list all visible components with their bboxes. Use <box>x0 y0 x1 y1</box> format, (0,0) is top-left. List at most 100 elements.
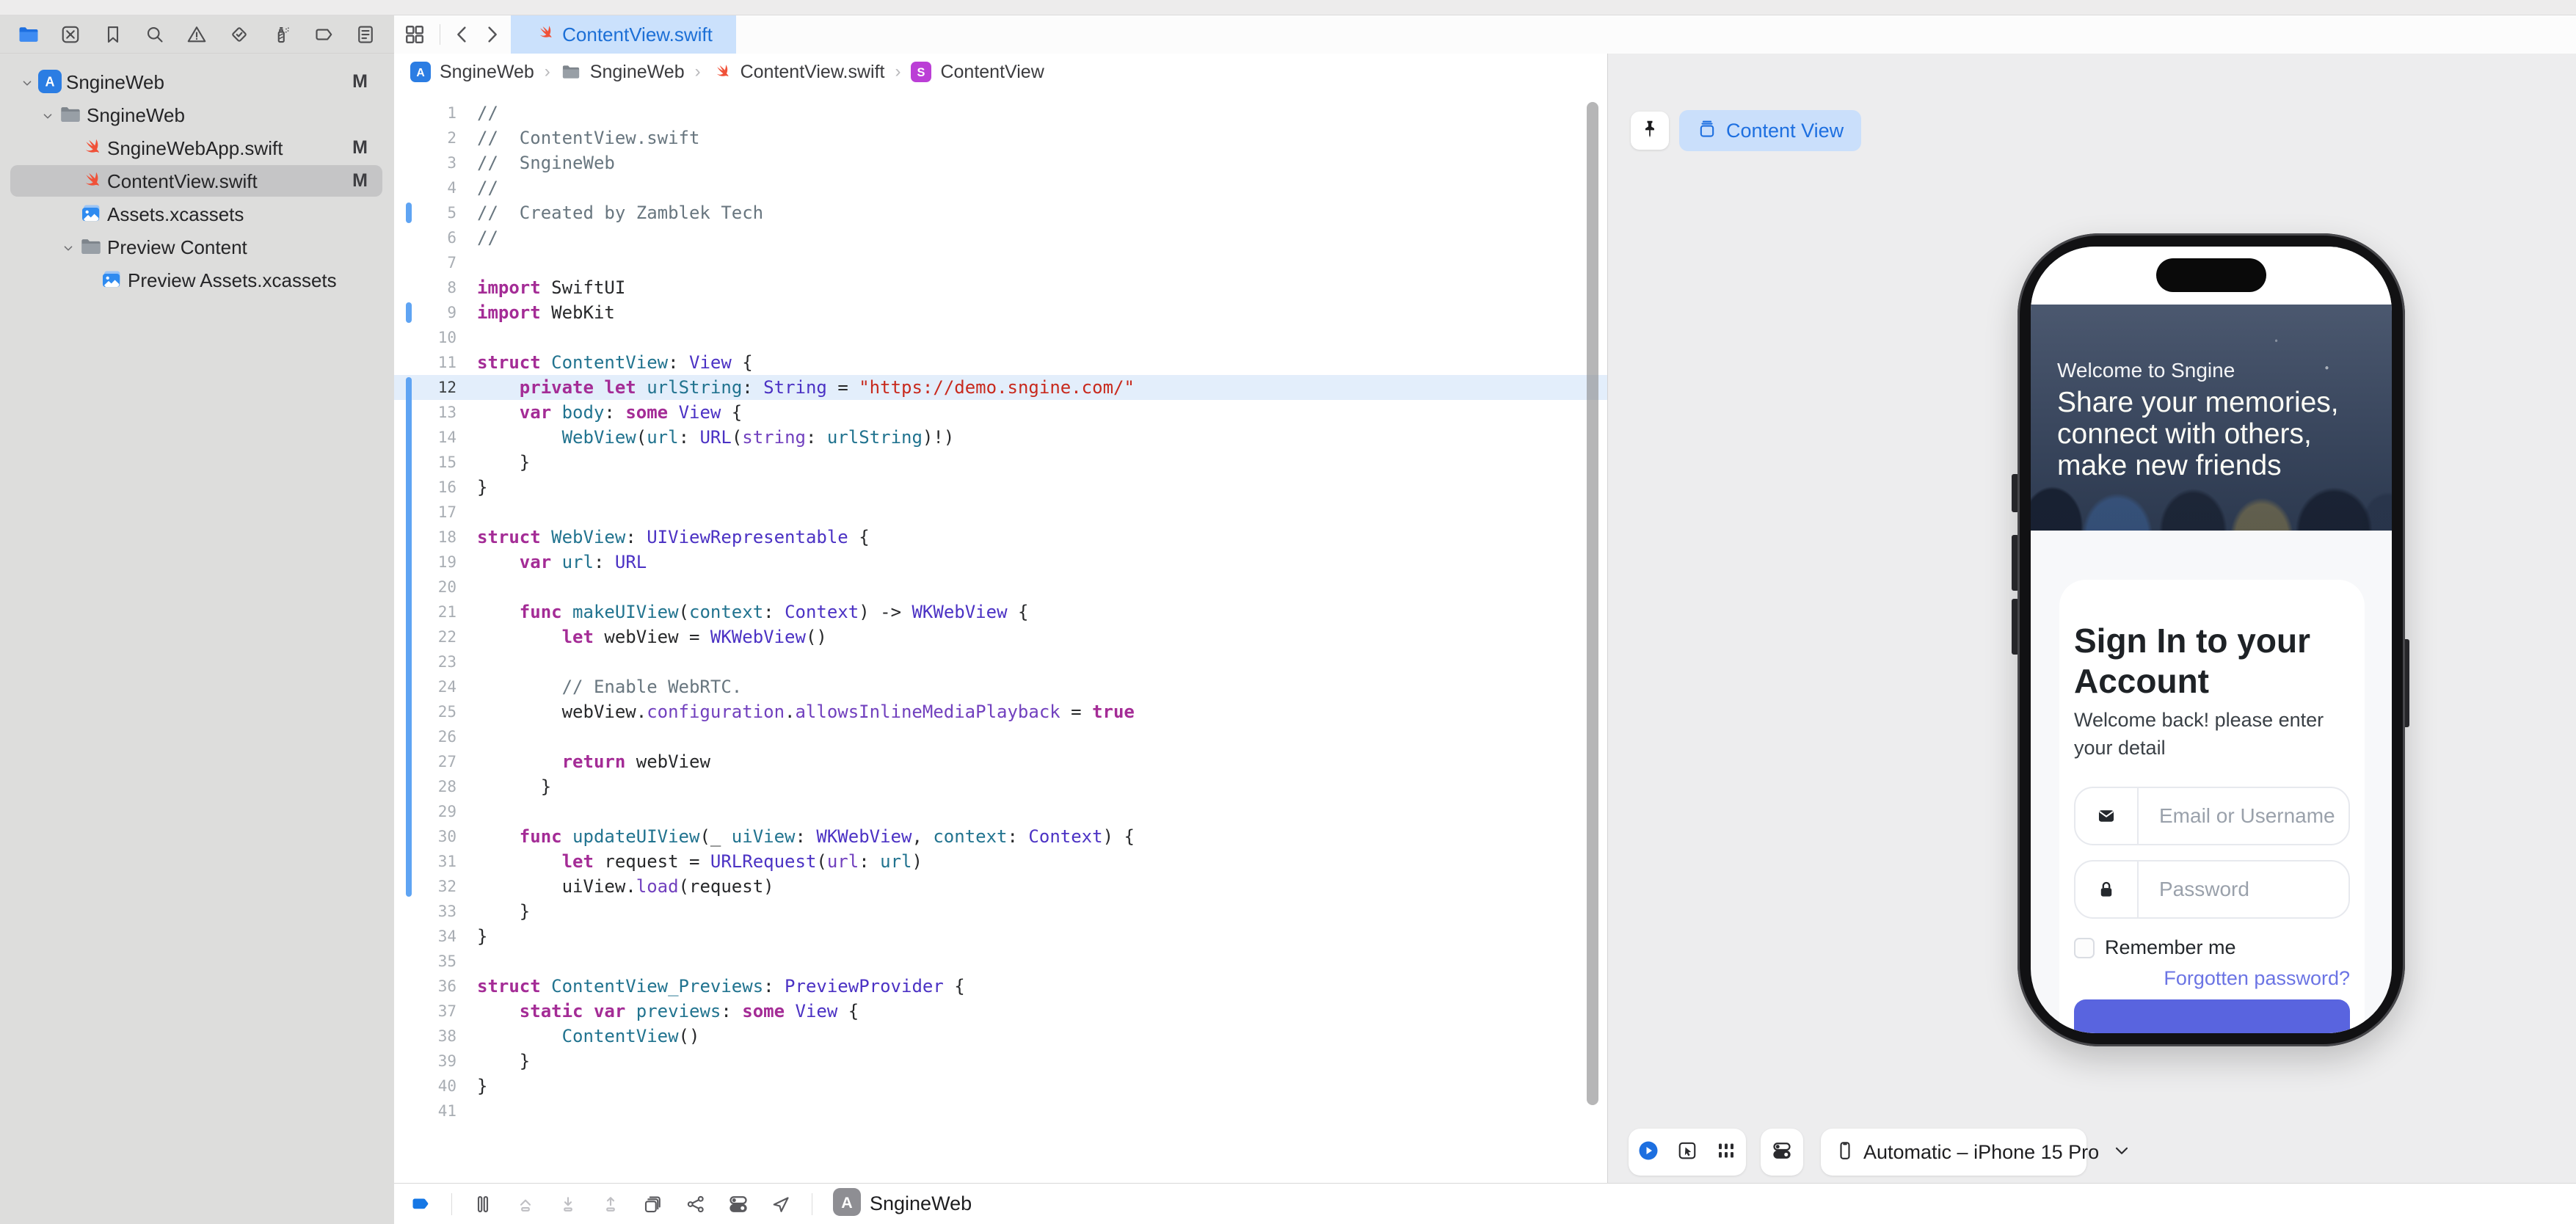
editor-mode-icon[interactable] <box>409 1192 432 1216</box>
code-line-27[interactable]: 27 return webView <box>394 749 1607 774</box>
s-badge-icon: S <box>911 61 932 83</box>
reports-icon[interactable] <box>353 22 378 47</box>
breadcrumb-item[interactable]: SngineWeb <box>590 62 685 83</box>
breadcrumb-item[interactable]: ContentView.swift <box>741 62 885 83</box>
tree-item-sngineweb[interactable]: SngineWeb <box>0 98 394 131</box>
code-line-20[interactable]: 20 <box>394 575 1607 600</box>
breakpoints-icon[interactable] <box>311 22 336 47</box>
code-line-12[interactable]: 12 private let urlString: String = "http… <box>394 375 1607 400</box>
editor-scrollbar[interactable] <box>1587 102 1598 1105</box>
code-line-35[interactable]: 35 <box>394 949 1607 974</box>
code-line-10[interactable]: 10 <box>394 325 1607 350</box>
code-line-1[interactable]: 1 // <box>394 101 1607 125</box>
signin-button[interactable]: Sign In <box>2074 999 2350 1033</box>
bookmarks-icon[interactable] <box>101 22 125 47</box>
layers-icon[interactable] <box>641 1192 665 1216</box>
toggles-icon[interactable] <box>727 1192 750 1216</box>
code-line-32[interactable]: 32 uiView.load(request) <box>394 874 1607 899</box>
tree-item-contentview-swift[interactable]: ContentView.swift M <box>0 164 394 197</box>
forward-chevron-icon[interactable] <box>479 22 504 47</box>
upload-icon[interactable] <box>599 1192 622 1216</box>
line-number: 24 <box>437 678 456 696</box>
code-text: struct ContentView: View { <box>477 352 753 373</box>
find-icon[interactable] <box>142 22 167 47</box>
project-navigator-icon[interactable] <box>16 22 41 47</box>
code-line-4[interactable]: 4 // <box>394 175 1607 200</box>
code-line-13[interactable]: 13 var body: some View { <box>394 400 1607 425</box>
debug-icon[interactable] <box>269 22 294 47</box>
code-line-17[interactable]: 17 <box>394 500 1607 525</box>
code-line-34[interactable]: 34} <box>394 924 1607 949</box>
code-line-5[interactable]: 5 // Created by Zamblek Tech <box>394 200 1607 225</box>
forgot-password-link[interactable]: Forgotten password? <box>2164 967 2350 990</box>
issues-icon[interactable] <box>184 22 209 47</box>
source-control-icon[interactable] <box>58 22 83 47</box>
code-line-30[interactable]: 30 func updateUIView(_ uiView: WKWebView… <box>394 824 1607 849</box>
device-selector[interactable]: Automatic – iPhone 15 Pro <box>1821 1129 2128 1176</box>
breadcrumb[interactable]: A SngineWeb › SngineWeb › ContentView.swift › S… <box>394 54 1607 90</box>
code-line-11[interactable]: 11 struct ContentView: View { <box>394 350 1607 375</box>
code-line-3[interactable]: 3 // SngineWeb <box>394 150 1607 175</box>
breadcrumb-item[interactable]: ContentView <box>940 62 1044 83</box>
code-line-36[interactable]: 36 struct ContentView_Previews: PreviewPr… <box>394 974 1607 999</box>
code-area[interactable]: 1 // 2 // ContentView.swift 3 // SngineWeb 4 //… <box>394 90 1607 1123</box>
disclosure-chevron-icon[interactable] <box>19 73 35 90</box>
code-line-23[interactable]: 23 <box>394 649 1607 674</box>
code-line-18[interactable]: 18 struct WebView: UIViewRepresentable { <box>394 525 1607 550</box>
disclosure-chevron-icon[interactable] <box>60 238 76 255</box>
code-line-33[interactable]: 33 } <box>394 899 1607 924</box>
code-line-25[interactable]: 25 webView.configuration.allowsInlineMed… <box>394 699 1607 724</box>
code-line-6[interactable]: 6 // <box>394 225 1607 250</box>
tests-icon[interactable] <box>227 22 252 47</box>
line-number: 40 <box>437 1077 456 1095</box>
code-line-14[interactable]: 14 WebView(url: URL(string: urlString)!) <box>394 425 1607 450</box>
share-nodes-icon[interactable] <box>684 1192 707 1216</box>
location-arrow-icon[interactable] <box>769 1192 793 1216</box>
code-line-19[interactable]: 19 var url: URL <box>394 550 1607 575</box>
email-field[interactable]: Email or Username <box>2074 787 2350 845</box>
download-icon[interactable] <box>556 1192 580 1216</box>
active-scheme[interactable]: A SngineWeb <box>833 1188 972 1220</box>
code-line-24[interactable]: 24 // Enable WebRTC. <box>394 674 1607 699</box>
related-items-grid-icon[interactable] <box>402 22 427 47</box>
preview-target-pill[interactable]: Content View <box>1679 110 1862 151</box>
code-line-21[interactable]: 21 func makeUIView(context: Context) -> … <box>394 600 1607 624</box>
tree-item-preview-assets-xcassets[interactable]: Preview Assets.xcassets <box>0 263 394 296</box>
code-line-22[interactable]: 22 let webView = WKWebView() <box>394 624 1607 649</box>
preview-pin-button[interactable] <box>1631 112 1669 150</box>
tree-item-assets-xcassets[interactable]: Assets.xcassets <box>0 197 394 230</box>
canvas-up-icon[interactable] <box>514 1192 537 1216</box>
code-line-2[interactable]: 2 // ContentView.swift <box>394 125 1607 150</box>
code-line-29[interactable]: 29 <box>394 799 1607 824</box>
code-line-41[interactable]: 41 <box>394 1099 1607 1123</box>
line-number: 7 <box>447 254 456 272</box>
tree-item-snginewebapp-swift[interactable]: SngineWebApp.swift M <box>0 131 394 164</box>
code-line-40[interactable]: 40} <box>394 1074 1607 1099</box>
code-line-7[interactable]: 7 <box>394 250 1607 275</box>
live-preview-play-button[interactable] <box>1637 1140 1659 1165</box>
code-line-38[interactable]: 38 ContentView() <box>394 1024 1607 1049</box>
code-line-39[interactable]: 39 } <box>394 1049 1607 1074</box>
breadcrumb-item[interactable]: SngineWeb <box>440 62 534 83</box>
code-line-16[interactable]: 16} <box>394 475 1607 500</box>
code-line-37[interactable]: 37 static var previews: some View { <box>394 999 1607 1024</box>
selectable-mode-button[interactable] <box>1676 1140 1698 1165</box>
code-line-15[interactable]: 15 } <box>394 450 1607 475</box>
remember-me-row[interactable]: Remember me <box>2074 936 2236 959</box>
remember-me-checkbox[interactable] <box>2074 937 2095 958</box>
back-chevron-icon[interactable] <box>450 22 475 47</box>
code-editor[interactable]: A SngineWeb › SngineWeb › ContentView.swift › S… <box>394 54 1607 1183</box>
code-line-26[interactable]: 26 <box>394 724 1607 749</box>
tree-item-sngineweb[interactable]: A SngineWeb M <box>0 65 394 98</box>
disclosure-chevron-icon[interactable] <box>40 106 56 123</box>
code-line-9[interactable]: 9 import WebKit <box>394 300 1607 325</box>
code-line-28[interactable]: 28 } <box>394 774 1607 799</box>
variants-mode-button[interactable] <box>1715 1140 1737 1165</box>
password-field[interactable]: Password <box>2074 860 2350 919</box>
code-line-8[interactable]: 8 import SwiftUI <box>394 275 1607 300</box>
code-line-31[interactable]: 31 let request = URLRequest(url: url) <box>394 849 1607 874</box>
device-settings-button[interactable] <box>1771 1140 1793 1165</box>
tab-contentview-swift[interactable]: ContentView.swift <box>511 15 736 54</box>
tree-item-preview-content[interactable]: Preview Content <box>0 230 394 263</box>
columns-icon[interactable] <box>471 1192 495 1216</box>
